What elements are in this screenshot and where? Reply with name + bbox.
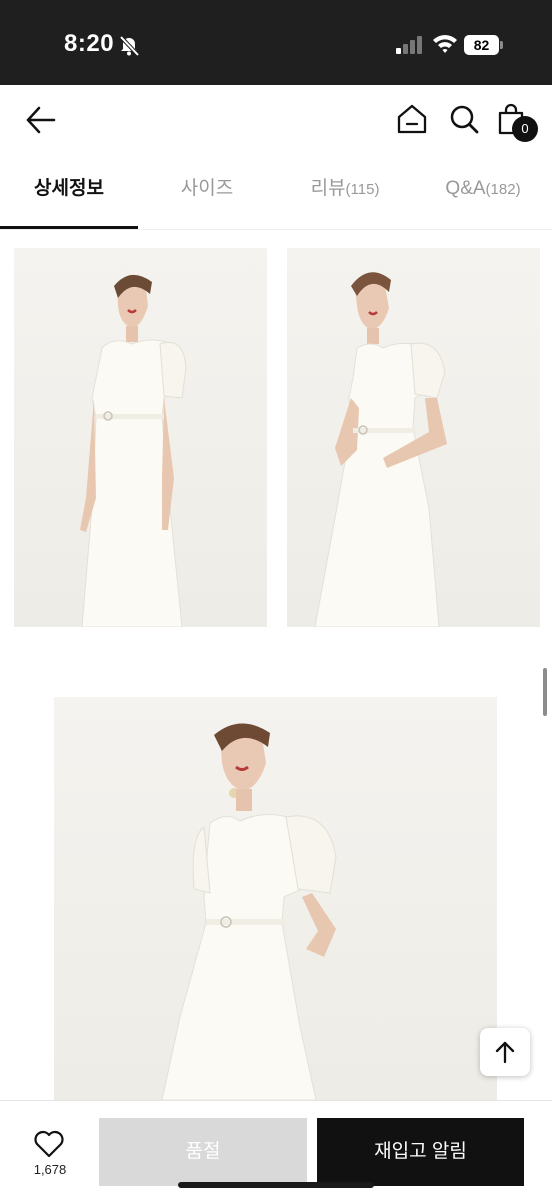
wifi-icon — [433, 35, 457, 53]
search-icon[interactable] — [448, 103, 480, 135]
battery-icon: 82 — [464, 35, 504, 55]
tab-label: Q&A — [445, 178, 486, 199]
tab-label: 상세정보 — [34, 178, 104, 199]
detail-tabs: 상세정보 사이즈 리뷰(115) Q&A(182) — [0, 160, 552, 230]
like-count: 1,678 — [33, 1162, 67, 1177]
tab-qna[interactable]: Q&A(182) — [414, 160, 552, 230]
cart-count-badge: 0 — [512, 116, 538, 142]
back-arrow-icon[interactable] — [24, 103, 58, 137]
tab-detail-info[interactable]: 상세정보 — [0, 160, 138, 230]
tab-reviews[interactable]: 리뷰(115) — [276, 160, 414, 230]
scroll-to-top-button[interactable] — [480, 1028, 530, 1076]
muted-bell-icon — [119, 35, 140, 57]
product-photo — [54, 697, 497, 1100]
tab-count: (115) — [345, 181, 380, 198]
signal-icon — [396, 36, 422, 54]
heart-icon[interactable] — [34, 1130, 64, 1158]
home-indicator — [178, 1182, 374, 1188]
tab-label: 리뷰 — [310, 178, 346, 199]
active-tab-indicator — [0, 226, 138, 229]
top-nav-bar — [0, 85, 552, 160]
restock-alert-button[interactable]: 재입고 알림 — [317, 1118, 524, 1186]
status-bar: 8:20 82 — [0, 0, 552, 85]
tab-size[interactable]: 사이즈 — [138, 160, 276, 230]
soldout-button[interactable]: 품절 — [99, 1118, 307, 1186]
tab-count: (182) — [485, 181, 521, 198]
product-photo — [14, 248, 267, 627]
home-icon[interactable] — [396, 103, 428, 135]
tab-label: 사이즈 — [180, 178, 234, 199]
product-photo — [287, 248, 540, 627]
battery-level: 82 — [464, 35, 499, 55]
arrow-up-icon — [495, 1041, 515, 1064]
scrollbar-thumb[interactable] — [543, 668, 547, 716]
status-time: 8:20 — [64, 30, 115, 57]
